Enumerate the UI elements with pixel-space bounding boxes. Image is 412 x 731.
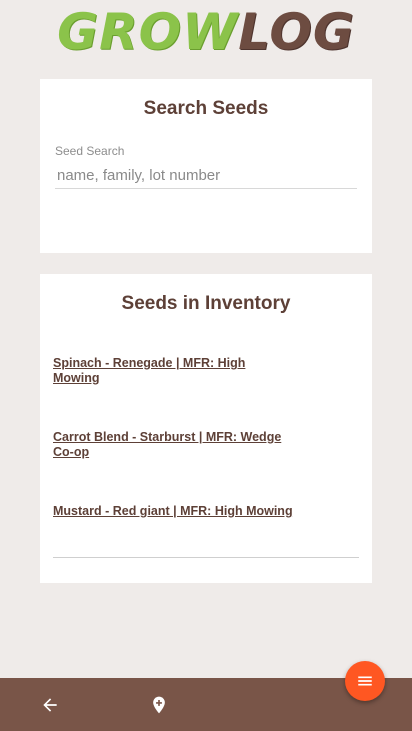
seed-link-carrot-blend[interactable]: Carrot Blend - Starburst | MFR: Wedge Co… [53,430,293,460]
seed-link-mustard[interactable]: Mustard - Red giant | MFR: High Mowing [53,504,293,519]
add-location-button[interactable] [139,678,179,731]
seed-search-label: Seed Search [55,144,125,158]
menu-fab-button[interactable] [345,661,385,701]
seed-search-input[interactable] [55,163,357,189]
inventory-card: Seeds in Inventory Spinach - Renegade | … [40,274,372,583]
inventory-card-title: Seeds in Inventory [121,293,291,314]
seed-list: Spinach - Renegade | MFR: High Mowing Ca… [53,356,359,563]
back-button[interactable] [30,678,70,731]
app-logo: GROWLOG [0,4,412,60]
arrow-back-icon [43,697,57,712]
menu-icon [358,676,372,686]
logo-grow-text: GROW [57,3,239,61]
add-location-icon [153,696,165,713]
search-seeds-card: Search Seeds Seed Search [40,79,372,253]
seed-link-spinach[interactable]: Spinach - Renegade | MFR: High Mowing [53,356,293,386]
logo-log-text: LOG [238,3,355,61]
search-card-title: Search Seeds [143,98,269,119]
list-divider [53,557,359,558]
